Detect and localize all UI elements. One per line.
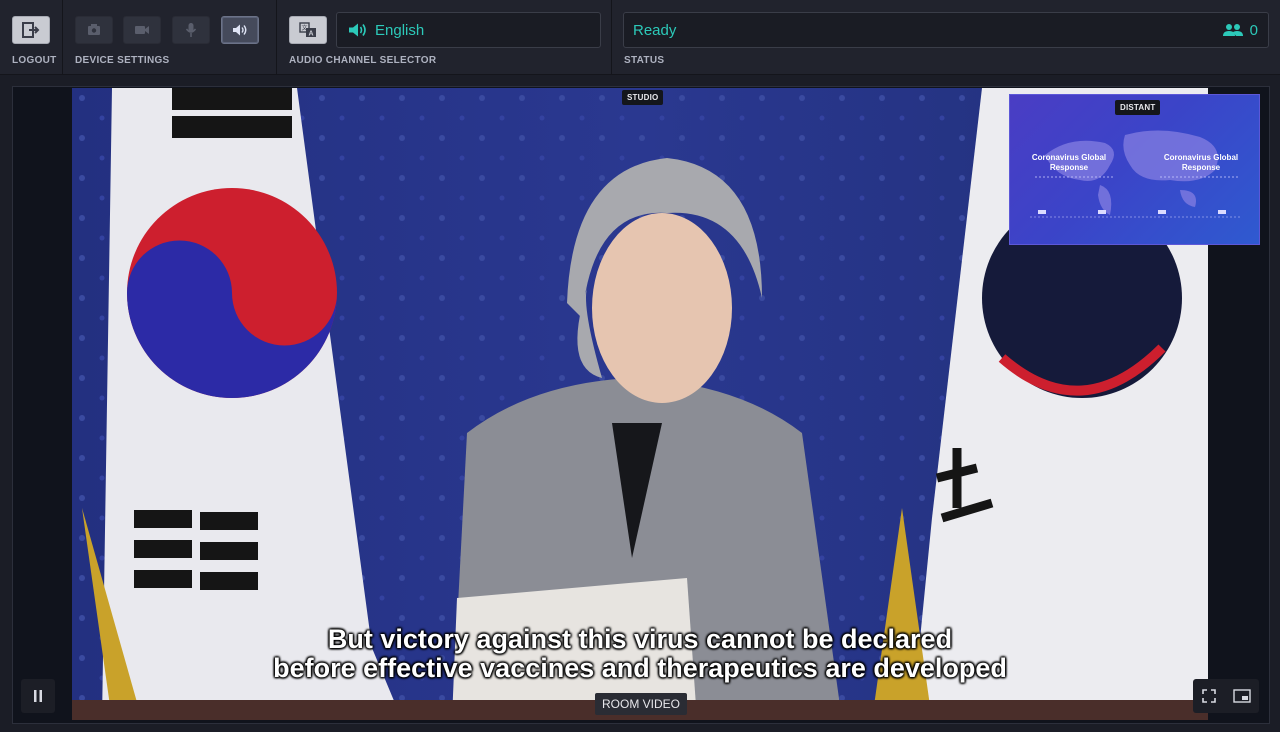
audio-channel-select[interactable]: English [336,12,601,48]
microphone-icon [185,23,197,37]
audio-channel-group: A 文 English AUDIO CHANNEL SELECTOR [277,0,612,74]
audio-channel-label: AUDIO CHANNEL SELECTOR [289,55,437,66]
logout-icon [22,22,40,38]
video-button[interactable] [123,16,161,44]
speaker-icon [233,24,247,36]
status-label: STATUS [624,55,665,66]
camera-off-button[interactable] [75,16,113,44]
speaker-button[interactable] [221,16,259,44]
device-settings-label: DEVICE SETTINGS [75,55,170,66]
participant-counter: 0 [1222,22,1258,39]
subtitle-line-2: before effective vaccines and therapeuti… [273,653,1007,683]
status-value: Ready [633,21,677,39]
translate-icon: A 文 [299,22,316,38]
users-icon [1222,24,1243,36]
svg-text:A: A [308,31,313,38]
device-settings-group: DEVICE SETTINGS [63,0,277,74]
translate-button[interactable]: A 文 [289,16,327,44]
video-controls-right [1193,679,1259,713]
logout-button[interactable] [12,16,50,44]
pause-button[interactable] [21,679,55,713]
pause-icon [34,690,42,702]
picture-in-picture-icon[interactable] [1232,689,1251,703]
distant-video[interactable]: DISTANT Coronavirus Global Response Coro… [1009,94,1260,245]
subtitle-line-1: But victory against this virus cannot be… [327,624,953,654]
pip-left-title: Coronavirus Global Response [1031,153,1107,172]
pip-right-title: Coronavirus Global Response [1163,153,1239,172]
status-group: Ready 0 STATUS [612,0,1280,74]
status-field: Ready 0 [623,12,1269,48]
logout-group: LOGOUT [0,0,63,74]
camera-off-icon [88,24,100,35]
studio-tag: STUDIO [622,90,664,105]
svg-text:文: 文 [301,24,307,32]
toolbar: LOGOUT DEVICE SETTINGS A 文 English AUDIO… [0,0,1280,75]
distant-tag: DISTANT [1115,100,1161,115]
room-video-label: ROOM VIDEO [595,693,687,715]
participant-count: 0 [1249,21,1258,39]
audio-channel-value: English [375,21,425,39]
fullscreen-icon[interactable] [1201,689,1216,703]
speaker-icon [349,23,366,37]
video-icon [135,26,149,34]
microphone-button[interactable] [172,16,210,44]
logout-label: LOGOUT [12,55,57,66]
